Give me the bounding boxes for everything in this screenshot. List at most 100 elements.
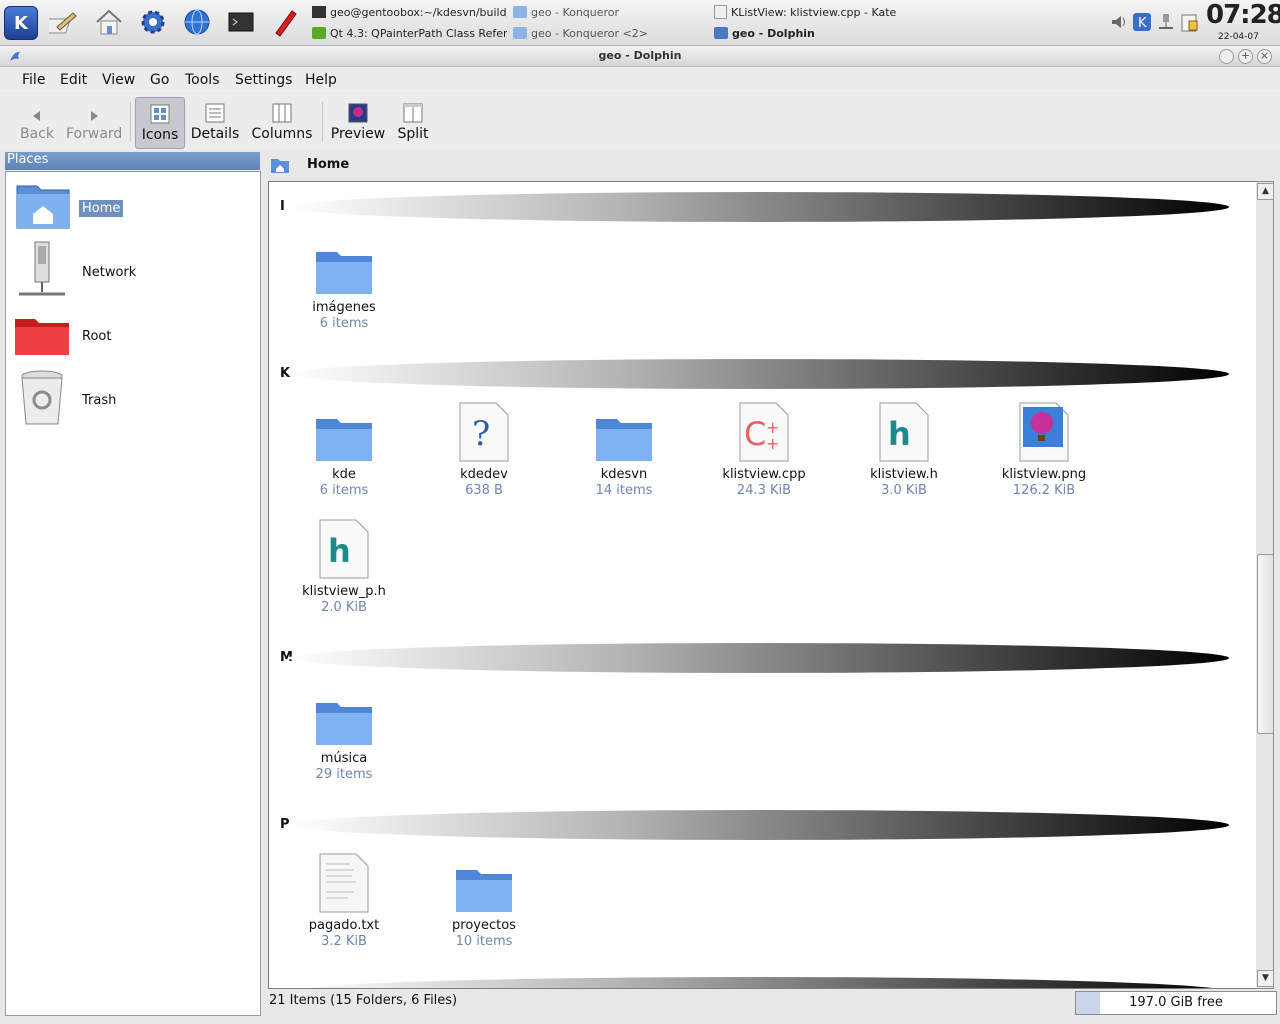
forward-button[interactable]: Forward xyxy=(66,97,122,147)
file-item[interactable]: klistview.png 126.2 KiB xyxy=(974,399,1114,498)
scroll-up-arrow[interactable]: ▲ xyxy=(1257,183,1274,200)
menu-settings[interactable]: Settings xyxy=(235,72,292,88)
maximize-button[interactable]: + xyxy=(1238,49,1253,64)
folder-icon xyxy=(513,27,527,39)
terminal-icon xyxy=(312,6,326,18)
file-view[interactable]: I imágenes 6 items K kde 6 items ? kdede… xyxy=(268,181,1257,989)
icons-view-icon xyxy=(150,104,170,124)
home-folder-icon xyxy=(11,176,73,236)
columns-view-icon xyxy=(272,103,292,123)
network-tray-icon[interactable] xyxy=(1155,11,1177,33)
folder-icon xyxy=(554,399,694,463)
svg-text:?: ? xyxy=(472,414,490,454)
terminal-icon xyxy=(228,12,254,32)
scroll-down-arrow[interactable]: ▼ xyxy=(1257,970,1274,987)
url-navigator[interactable]: Home xyxy=(266,152,1276,178)
pencil-paper-icon xyxy=(49,12,77,34)
split-view-icon xyxy=(403,103,423,123)
text-editor-launcher[interactable] xyxy=(48,6,80,38)
arrow-right-icon xyxy=(91,111,98,121)
menu-view[interactable]: View xyxy=(102,72,135,88)
split-button[interactable]: Split xyxy=(394,97,432,147)
group-separator xyxy=(289,359,1229,389)
task-konqueror[interactable]: geo - Konqueror xyxy=(513,3,703,21)
file-item[interactable]: música 29 items xyxy=(274,683,414,782)
file-item[interactable]: imágenes 6 items xyxy=(274,232,414,331)
red-folder-icon xyxy=(11,304,73,364)
close-button[interactable]: × xyxy=(1257,49,1272,64)
breadcrumb-home[interactable]: Home xyxy=(307,157,349,172)
text-file-icon xyxy=(274,850,414,914)
window-titlebar[interactable]: geo - Dolphin + × xyxy=(0,46,1280,67)
menu-tools[interactable]: Tools xyxy=(185,72,220,88)
folder-icon xyxy=(274,399,414,463)
kate-icon xyxy=(714,5,727,19)
task-kate[interactable]: KListView: klistview.cpp - Kate xyxy=(714,3,964,21)
group-separator xyxy=(289,643,1229,673)
konqueror-launcher[interactable] xyxy=(137,6,169,38)
kate-launcher[interactable] xyxy=(269,6,301,38)
place-home[interactable]: Home xyxy=(6,176,260,238)
file-item[interactable]: pagado.txt 3.2 KiB xyxy=(274,850,414,949)
home-breadcrumb-icon[interactable] xyxy=(270,156,290,178)
toolbar-separator xyxy=(322,102,323,142)
file-item[interactable]: C + + klistview.cpp 24.3 KiB xyxy=(694,399,834,498)
folder-icon xyxy=(274,232,414,296)
status-text: 21 Items (15 Folders, 6 Files) xyxy=(269,993,458,1008)
clock-time[interactable]: 07:28 xyxy=(1206,0,1280,30)
place-root[interactable]: Root xyxy=(6,304,260,366)
preview-button[interactable]: Preview xyxy=(330,97,386,147)
menu-help[interactable]: Help xyxy=(305,72,337,88)
group-separator xyxy=(289,192,1229,222)
file-item[interactable]: proyectos 10 items xyxy=(414,850,554,949)
columns-view-button[interactable]: Columns xyxy=(250,97,314,147)
icons-view-button[interactable]: Icons xyxy=(135,97,185,149)
file-item[interactable]: kde 6 items xyxy=(274,399,414,498)
place-network[interactable]: Network xyxy=(6,240,260,302)
svg-text:K: K xyxy=(1138,16,1147,31)
header-file-icon: h xyxy=(274,516,414,580)
terminal-launcher[interactable] xyxy=(225,6,257,38)
scrollbar-thumb[interactable] xyxy=(1257,554,1274,734)
folder-icon xyxy=(513,6,527,18)
svg-text:C: C xyxy=(744,415,766,453)
places-panel-header: Places xyxy=(5,152,260,170)
toolbar-separator xyxy=(130,102,131,142)
unknown-file-icon: ? xyxy=(414,399,554,463)
menu-go[interactable]: Go xyxy=(150,72,169,88)
back-button[interactable]: Back xyxy=(16,97,58,147)
volume-tray-icon[interactable] xyxy=(1108,11,1130,33)
task-dolphin[interactable]: geo - Dolphin xyxy=(714,24,964,42)
file-item[interactable]: h klistview.h 3.0 KiB xyxy=(834,399,974,498)
arrow-left-icon xyxy=(33,111,40,121)
image-file-icon xyxy=(974,399,1114,463)
vertical-scrollbar[interactable]: ▲ ▼ xyxy=(1256,181,1274,989)
gear-icon xyxy=(141,10,165,34)
group-separator xyxy=(289,977,1229,988)
main-toolbar: Back Forward Icons Details Columns Previ… xyxy=(0,94,1280,150)
k-tray-icon[interactable]: K xyxy=(1131,11,1153,33)
klipper-tray-icon[interactable] xyxy=(1178,11,1200,33)
file-item[interactable]: h klistview_p.h 2.0 KiB xyxy=(274,516,414,615)
network-icon xyxy=(1159,14,1173,29)
svg-text:h: h xyxy=(328,532,351,570)
group-header-i: I xyxy=(280,199,285,214)
svg-text:+: + xyxy=(766,434,779,453)
minimize-button[interactable] xyxy=(1219,49,1234,64)
places-panel: Home Network Root Trash xyxy=(5,171,261,1016)
menu-edit[interactable]: Edit xyxy=(60,72,87,88)
speaker-icon xyxy=(1112,16,1125,28)
browser-launcher[interactable] xyxy=(181,6,213,38)
details-view-button[interactable]: Details xyxy=(190,97,240,147)
file-item[interactable]: kdesvn 14 items xyxy=(554,399,694,498)
place-trash[interactable]: Trash xyxy=(6,368,260,430)
k-menu-button[interactable]: K xyxy=(4,6,38,40)
task-terminal[interactable]: geo@gentoobox:~/kdesvn/build/k xyxy=(312,3,507,21)
k-logo-icon: K xyxy=(1133,13,1151,31)
home-launcher[interactable] xyxy=(93,6,125,38)
dolphin-icon xyxy=(714,27,728,39)
task-qt-docs[interactable]: Qt 4.3: QPainterPath Class Referen xyxy=(312,24,507,42)
task-konqueror-2[interactable]: geo - Konqueror <2> xyxy=(513,24,703,42)
menu-file[interactable]: File xyxy=(22,72,45,88)
file-item[interactable]: ? kdedev 638 B xyxy=(414,399,554,498)
